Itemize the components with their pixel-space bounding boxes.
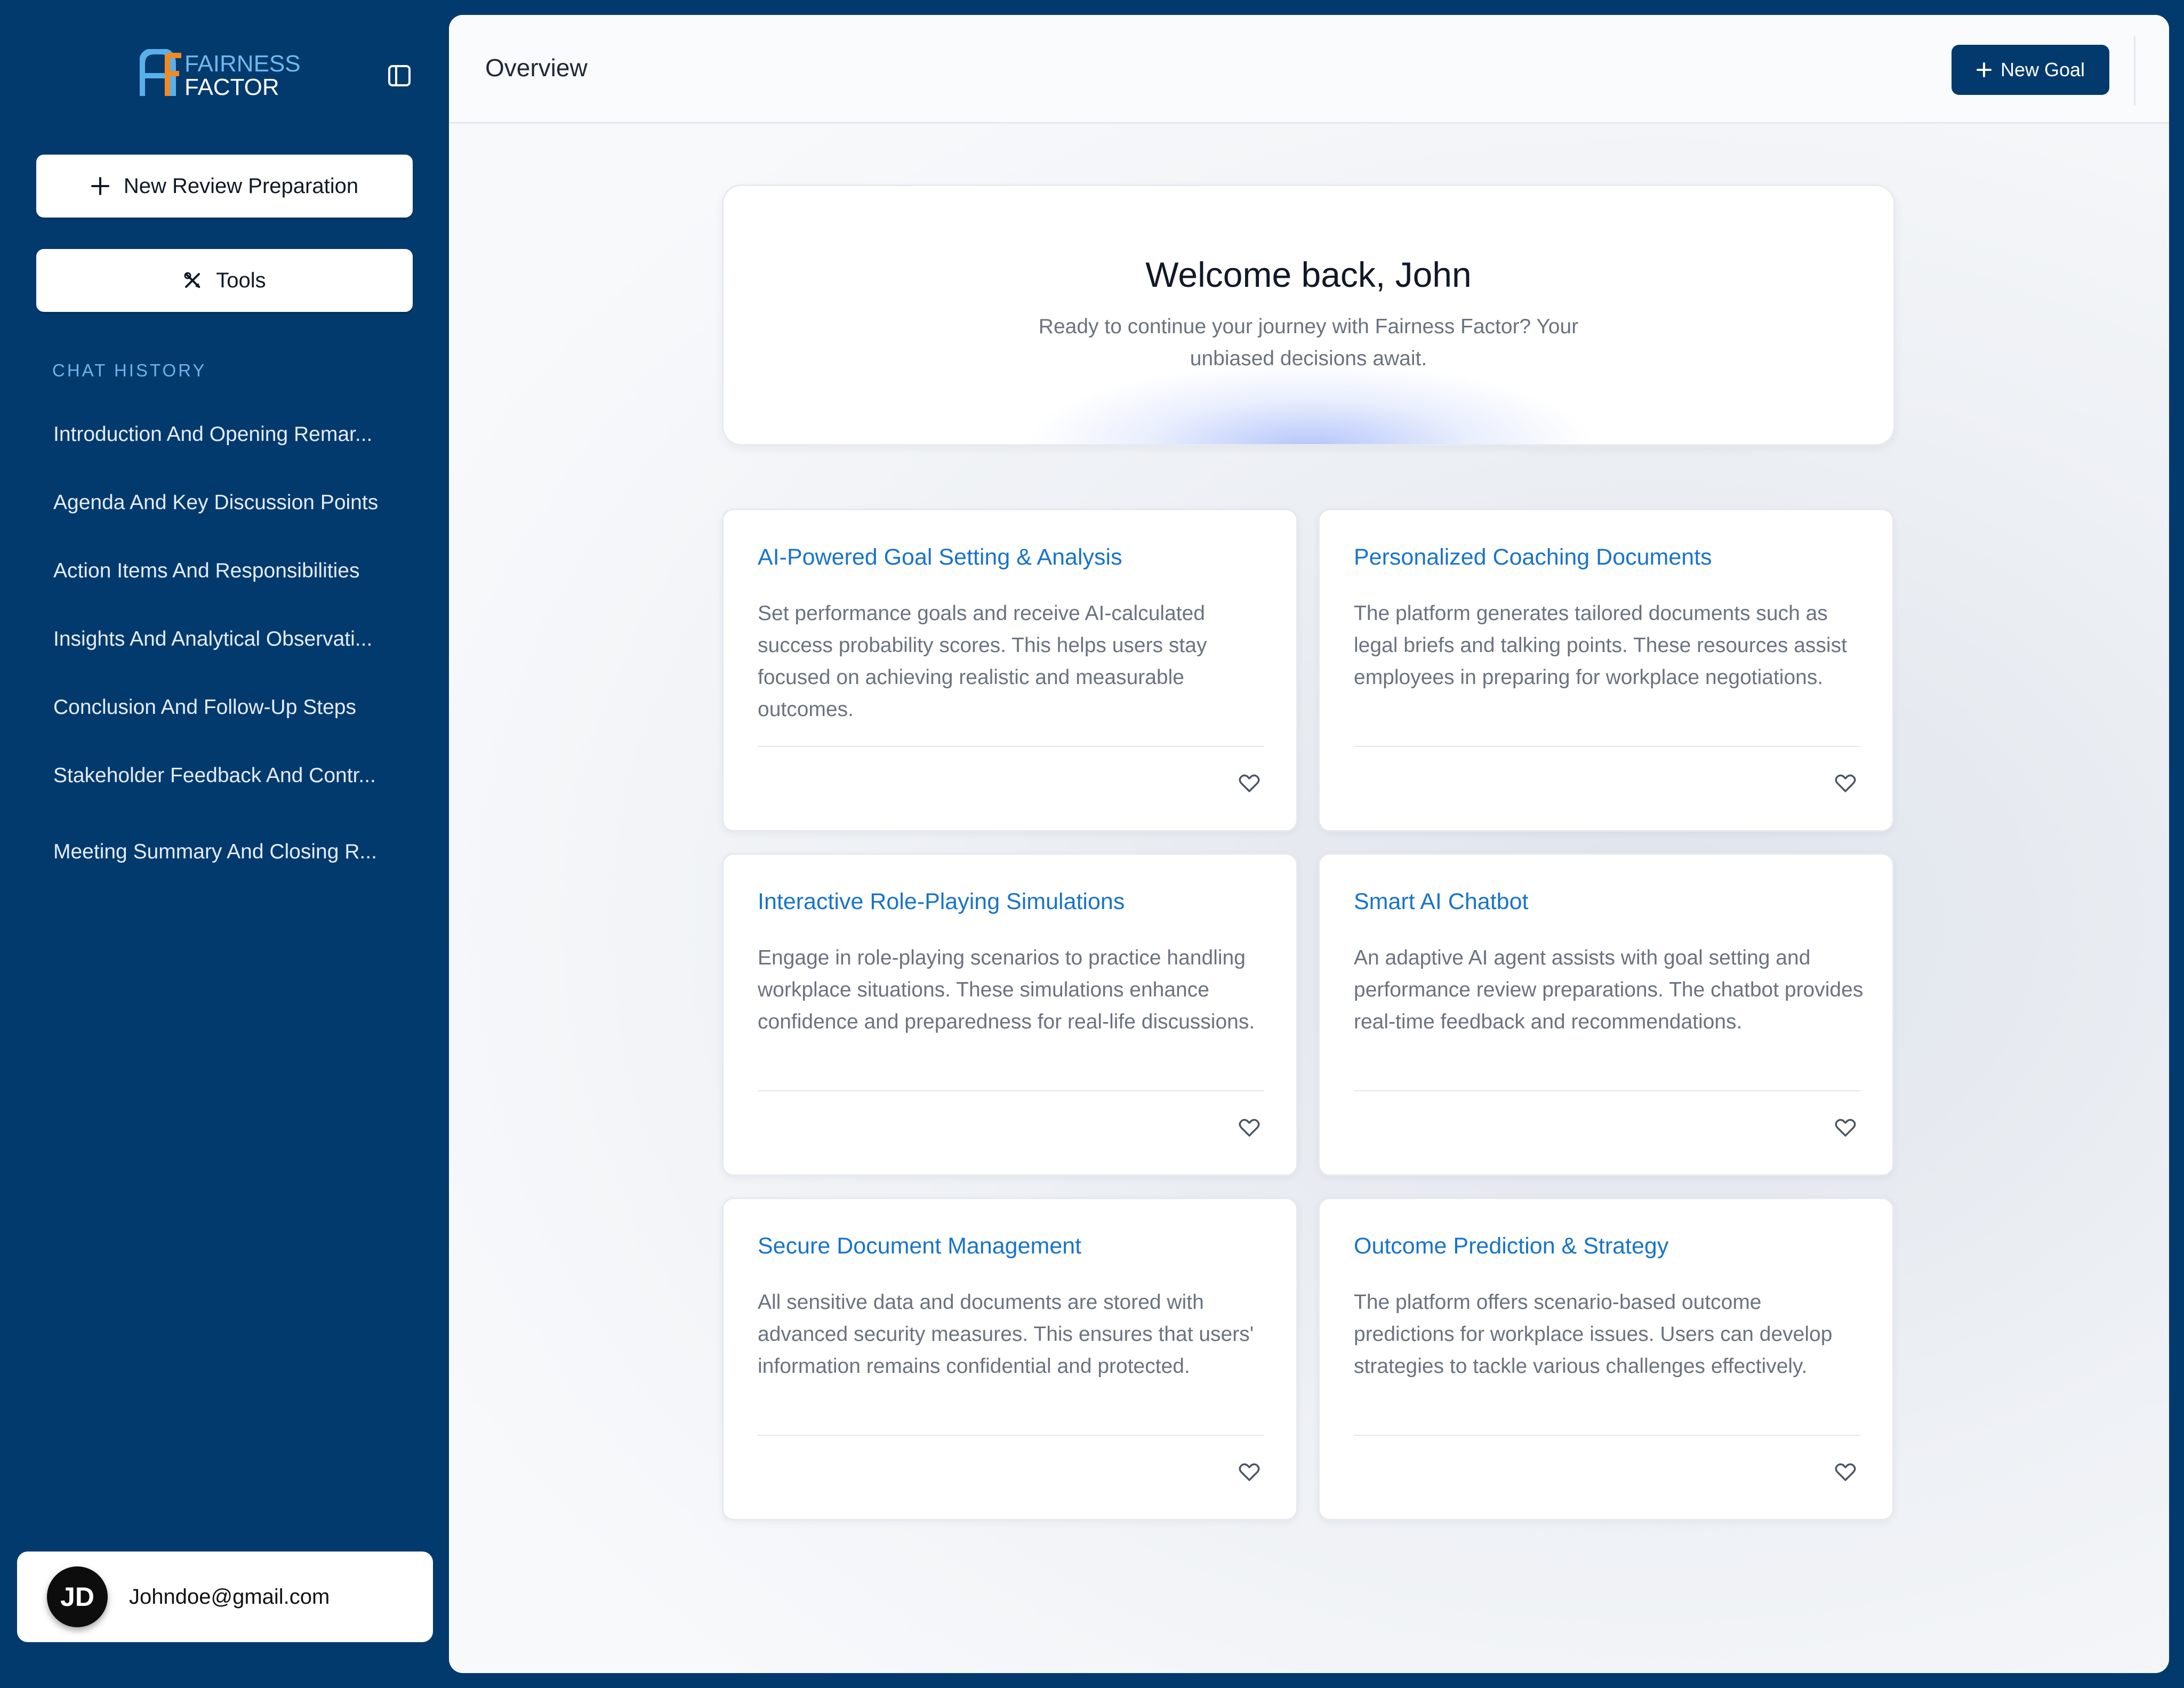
feature-card-description: The platform generates tailored document… [1354, 602, 1847, 689]
chat-history-item[interactable]: Meeting Summary And Closing R... [53, 836, 405, 868]
feature-card-description: An adaptive AI agent assists with goal s… [1354, 946, 1864, 1033]
new-review-preparation-button[interactable]: New Review Preparation [36, 155, 413, 218]
favorite-button[interactable] [1236, 770, 1262, 796]
card-divider [758, 1435, 1264, 1436]
favorite-button[interactable] [1236, 1459, 1262, 1485]
logo-line-2: FACTOR [184, 74, 279, 98]
favorite-button[interactable] [1833, 1115, 1858, 1140]
chat-history-item[interactable]: Action Items And Responsibilities [53, 555, 405, 587]
main-panel: Overview New Goal Welcome back, John Rea… [449, 15, 2169, 1673]
feature-card-title: AI-Powered Goal Setting & Analysis [758, 544, 1122, 570]
sidebar: FAIRNESS FACTOR New Review Preparation T… [0, 0, 448, 1688]
card-divider [758, 746, 1264, 747]
card-divider [758, 1090, 1264, 1091]
heart-icon [1835, 774, 1856, 792]
plus-icon [91, 177, 109, 195]
sidebar-panel-icon [388, 65, 411, 86]
feature-card-title: Outcome Prediction & Strategy [1354, 1233, 1669, 1259]
feature-card[interactable]: Personalized Coaching Documents The plat… [1318, 509, 1894, 832]
feature-card-description: Engage in role-playing scenarios to prac… [758, 946, 1255, 1033]
heart-icon [1239, 774, 1260, 792]
heart-icon [1835, 1119, 1856, 1137]
feature-card[interactable]: Secure Document Management All sensitive… [722, 1197, 1298, 1521]
heart-icon [1239, 1119, 1260, 1137]
card-divider [1354, 1435, 1860, 1436]
favorite-button[interactable] [1236, 1115, 1262, 1140]
new-review-label: New Review Preparation [123, 174, 359, 198]
page-title: Overview [485, 54, 588, 82]
avatar: JD [47, 1566, 108, 1627]
user-email: Johndoe@gmail.com [129, 1585, 330, 1609]
new-goal-label: New Goal [2000, 59, 2085, 81]
tools-button[interactable]: Tools [36, 249, 413, 312]
heart-icon [1835, 1463, 1856, 1481]
chat-history-heading: CHAT HISTORY [52, 360, 207, 380]
welcome-title: Welcome back, John [1145, 255, 1472, 294]
user-profile-card[interactable]: JD Johndoe@gmail.com [17, 1552, 433, 1642]
header-divider [2134, 36, 2135, 106]
favorite-button[interactable] [1833, 1459, 1858, 1485]
feature-card-description: Set performance goals and receive AI-cal… [758, 602, 1207, 721]
card-divider [1354, 1090, 1860, 1091]
chat-history-item[interactable]: Conclusion And Follow-Up Steps [53, 692, 405, 724]
feature-card-title: Smart AI Chatbot [1354, 889, 1529, 914]
logo-line-1: FAIRNESS [184, 51, 301, 77]
welcome-card: Welcome back, John Ready to continue you… [722, 184, 1895, 446]
feature-card[interactable]: Outcome Prediction & Strategy The platfo… [1318, 1197, 1894, 1521]
feature-card-description: All sensitive data and documents are sto… [758, 1291, 1254, 1378]
sidebar-toggle-button[interactable] [387, 64, 412, 87]
card-divider [1354, 746, 1860, 747]
chat-history-item[interactable]: Introduction And Opening Remar... [53, 419, 405, 451]
feature-card-description: The platform offers scenario-based outco… [1354, 1291, 1833, 1378]
feature-card-title: Personalized Coaching Documents [1354, 544, 1712, 570]
feature-card-title: Interactive Role-Playing Simulations [758, 889, 1125, 914]
header-bar: Overview New Goal [449, 15, 2169, 124]
feature-card-title: Secure Document Management [758, 1233, 1082, 1259]
heart-icon [1239, 1463, 1260, 1481]
plus-icon [1976, 62, 1992, 77]
feature-card[interactable]: Smart AI Chatbot An adaptive AI agent as… [1318, 853, 1894, 1176]
favorite-button[interactable] [1833, 770, 1858, 796]
welcome-subtitle: Ready to continue your journey with Fair… [1038, 315, 1579, 370]
tools-label: Tools [216, 268, 266, 292]
chat-history-item[interactable]: Agenda And Key Discussion Points [53, 487, 405, 519]
tools-icon [184, 272, 200, 288]
chat-history-item[interactable]: Insights And Analytical Observati... [53, 623, 405, 655]
feature-card[interactable]: Interactive Role-Playing Simulations Eng… [722, 853, 1298, 1176]
new-goal-button[interactable]: New Goal [1952, 45, 2109, 95]
feature-card[interactable]: AI-Powered Goal Setting & Analysis Set p… [722, 509, 1298, 832]
logo-mark: FAIRNESS FACTOR [140, 49, 301, 98]
chat-history-item[interactable]: Stakeholder Feedback And Contr... [53, 760, 405, 792]
fairness-factor-logo[interactable]: FAIRNESS FACTOR [140, 49, 310, 98]
